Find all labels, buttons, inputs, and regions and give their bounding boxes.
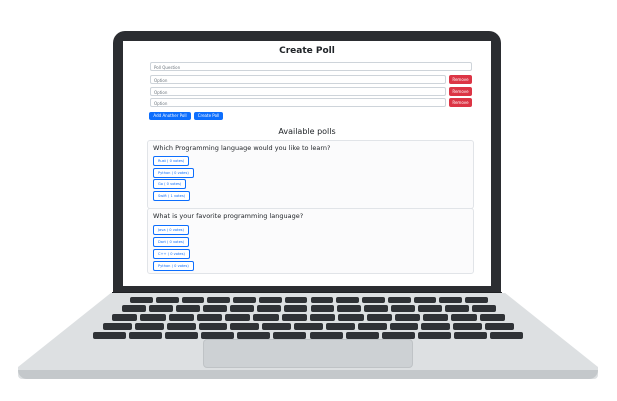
keyboard-key	[273, 332, 307, 339]
keyboard-key	[387, 297, 411, 303]
keyboard-key	[230, 323, 260, 330]
keyboard-key	[134, 323, 164, 330]
trackpad	[203, 339, 413, 368]
keyboard-key	[256, 305, 281, 312]
keyboard-key	[140, 314, 166, 321]
keyboard-key	[310, 314, 336, 321]
keyboard-key	[418, 305, 443, 312]
keyboard-key	[130, 297, 153, 303]
keyboard-key	[175, 305, 200, 312]
keyboard-key	[338, 314, 364, 321]
keyboard-key	[165, 332, 199, 339]
keyboard-key	[229, 305, 254, 312]
keyboard-key	[233, 297, 256, 303]
keyboard-key	[168, 314, 194, 321]
keyboard-key	[283, 305, 308, 312]
keyboard-key	[310, 297, 334, 303]
keyboard-key	[357, 323, 387, 330]
keyboard-key	[453, 332, 487, 339]
keyboard-key	[310, 305, 335, 312]
keyboard-key	[394, 314, 421, 321]
keyboard-key	[201, 332, 235, 339]
keyboard-key	[129, 332, 163, 339]
keyboard-key	[389, 323, 419, 330]
keyboard-key	[207, 297, 231, 303]
keyboard-key	[325, 323, 355, 330]
keyboard-key	[112, 314, 138, 321]
keyboard-key	[453, 323, 483, 330]
laptop-mockup: Create Poll Poll Question Option Remove …	[0, 0, 617, 401]
keyboard-key	[451, 314, 477, 321]
keyboard-key	[345, 332, 379, 339]
keyboard-key	[198, 323, 228, 330]
keyboard-key	[417, 332, 451, 339]
keyboard-key	[423, 314, 449, 321]
keyboard-key	[413, 297, 437, 303]
keyboard-key	[258, 297, 282, 303]
keyboard-key	[196, 314, 223, 321]
keyboard-key	[309, 332, 343, 339]
keyboard-key	[489, 332, 523, 339]
keyboard-key	[336, 297, 360, 303]
keyboard-key	[93, 332, 127, 339]
keyboard-key	[421, 323, 451, 330]
keyboard-key	[294, 323, 323, 330]
keyboard-key	[337, 305, 362, 312]
keyboard-key	[362, 297, 385, 303]
keyboard-key	[284, 297, 308, 303]
keyboard-key	[262, 323, 292, 330]
keyboard-key	[155, 297, 179, 303]
keyboard-key	[181, 297, 205, 303]
keyboard-key	[103, 323, 132, 330]
keyboard-key	[253, 314, 279, 321]
keyboard-key	[445, 305, 470, 312]
keyboard-key	[225, 314, 251, 321]
keyboard-key	[485, 323, 514, 330]
keyboard-key	[472, 305, 496, 312]
keyboard-key	[465, 297, 488, 303]
keyboard-key	[381, 332, 415, 339]
keyboard-key	[364, 305, 389, 312]
keyboard-key	[166, 323, 196, 330]
keyboard-key	[202, 305, 227, 312]
keyboard-key	[479, 314, 505, 321]
keyboard-key	[439, 297, 463, 303]
keyboard-key	[391, 305, 416, 312]
keyboard-key	[122, 305, 146, 312]
keyboard-key	[237, 332, 271, 339]
keyboard-key	[148, 305, 173, 312]
keyboard-key	[281, 314, 307, 321]
keyboard-key	[366, 314, 392, 321]
